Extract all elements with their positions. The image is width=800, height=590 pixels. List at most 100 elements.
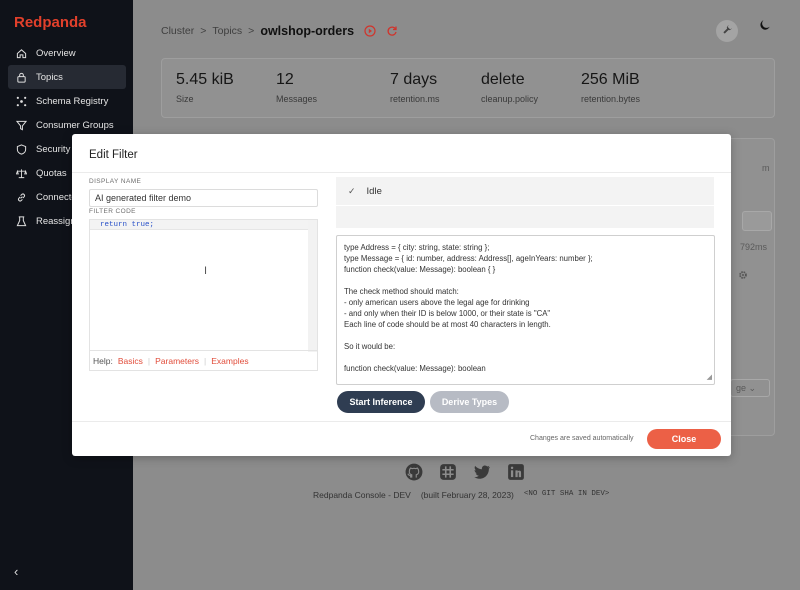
prompt-line — [344, 352, 707, 363]
slack-icon[interactable] — [439, 463, 457, 481]
breadcrumb-topics[interactable]: Topics — [212, 25, 242, 37]
close-button[interactable]: Close — [647, 429, 721, 449]
divider — [72, 172, 731, 173]
footer-build: (built February 28, 2023) — [420, 490, 514, 500]
editor-scrollbar[interactable] — [308, 220, 317, 352]
start-inference-button[interactable]: Start Inference — [337, 391, 425, 413]
prompt-line — [344, 275, 707, 286]
breadcrumb-separator: > — [200, 25, 207, 37]
sidebar-item-label: Overview — [36, 47, 76, 59]
edit-filter-dialog: Edit Filter DISPLAY NAME AI generated fi… — [72, 134, 731, 456]
prompt-line: Each line of code should be at most 40 c… — [344, 320, 551, 329]
breadcrumb-cluster[interactable]: Cluster — [161, 25, 194, 37]
theme-toggle[interactable] — [756, 20, 772, 36]
sidebar-item-topics[interactable]: Topics — [8, 65, 126, 89]
bg-select-text: ge — [736, 383, 747, 393]
play-icon[interactable] — [364, 25, 376, 37]
sidebar-item-label: Schema Registry — [36, 95, 109, 107]
stat-label: Messages — [276, 94, 318, 104]
home-icon — [16, 48, 27, 59]
sidebar-item-label: Consumer Groups — [36, 119, 114, 131]
stat-messages: 12 Messages — [276, 71, 317, 104]
twitter-icon[interactable] — [473, 463, 491, 481]
footer-sha: <NO GIT SHA IN DEV> — [523, 490, 610, 498]
check-icon: ✓ — [348, 185, 356, 196]
prompt-line: - and only when their ID is below 1000, … — [344, 309, 551, 318]
display-name-input[interactable]: AI generated filter demo — [89, 189, 318, 207]
breadcrumb: Cluster > Topics > owlshop-orders — [161, 24, 398, 38]
sidebar-item-overview[interactable]: Overview — [8, 41, 126, 65]
topic-stats-card: 5.45 kiB Size 12 Messages 7 days retention.… — [161, 58, 775, 118]
derive-types-button[interactable]: Derive Types — [430, 391, 509, 413]
filter-icon — [16, 120, 27, 131]
help-link-basics[interactable]: Basics — [118, 356, 143, 366]
stat-retention-ms: 7 days retention.ms — [390, 71, 440, 104]
debug-button[interactable] — [716, 20, 738, 42]
breadcrumb-separator: > — [248, 25, 255, 37]
help-label: Help: — [93, 356, 113, 366]
sidebar-item-label: Topics — [36, 71, 63, 83]
linkedin-icon[interactable] — [507, 463, 525, 481]
bg-input — [742, 211, 772, 231]
stat-label: retention.bytes — [581, 94, 641, 104]
github-icon[interactable] — [405, 463, 423, 481]
sidebar-item-label: Quotas — [36, 167, 67, 179]
bg-fragment: m — [762, 163, 770, 173]
app-logo[interactable]: Redpanda — [14, 14, 87, 31]
status-text: Idle — [366, 185, 382, 197]
divider — [72, 421, 731, 422]
stat-value: 5.45 kiB — [176, 71, 234, 88]
gear-icon[interactable] — [738, 270, 748, 282]
link-icon — [16, 192, 27, 203]
footer-product: Redpanda Console - DEV — [313, 490, 411, 500]
autosave-note: Changes are saved automatically — [530, 435, 634, 442]
stat-value: delete — [481, 71, 525, 88]
prompt-line: So it would be: — [344, 342, 396, 351]
page-title: owlshop-orders — [260, 24, 355, 38]
sidebar-item-schema-registry[interactable]: Schema Registry — [8, 89, 126, 113]
prompt-line: type Message = { id: number, address: Ad… — [344, 254, 593, 263]
separator: | — [147, 356, 151, 366]
prompt-line: function check(value: Message): boolean … — [344, 265, 496, 274]
resize-handle-icon[interactable]: ◢ — [707, 372, 712, 383]
prompt-line: The check method should match: — [344, 287, 459, 296]
inference-output — [336, 206, 714, 228]
schema-icon — [16, 96, 27, 107]
stat-cleanup-policy: delete cleanup.policy — [481, 71, 538, 104]
separator: | — [204, 356, 207, 366]
filter-code-editor[interactable]: return true; I — [89, 219, 318, 371]
lock-icon — [16, 72, 27, 83]
prompt-line: type Address = { city: string, state: st… — [344, 243, 490, 252]
dialog-title: Edit Filter — [89, 149, 138, 161]
prompt-textarea[interactable]: type Address = { city: string, state: st… — [336, 235, 715, 385]
help-link-parameters[interactable]: Parameters — [155, 356, 199, 366]
stat-retention-bytes: 256 MiB retention.bytes — [581, 71, 640, 104]
collapse-sidebar-button[interactable]: ‹ — [14, 564, 18, 579]
bg-time: 792ms — [740, 242, 768, 252]
help-bar: Help: Basics | Parameters | Examples — [89, 350, 318, 371]
beaker-icon — [16, 215, 27, 227]
footer-info: Redpanda Console - DEV (built February 2… — [313, 490, 609, 500]
stat-value: 12 — [276, 71, 294, 88]
stat-size: 5.45 kiB Size — [176, 71, 234, 104]
scale-icon — [16, 168, 27, 179]
display-name-label: DISPLAY NAME — [89, 178, 142, 185]
wrench-icon — [722, 22, 733, 40]
stat-label: cleanup.policy — [481, 94, 539, 104]
sidebar-item-label: Security — [36, 143, 71, 155]
prompt-line — [344, 330, 707, 341]
filter-code-label: FILTER CODE — [89, 208, 136, 215]
stat-label: Size — [176, 94, 194, 104]
stat-label: retention.ms — [390, 94, 440, 104]
help-link-examples[interactable]: Examples — [211, 356, 248, 366]
stat-value: 256 MiB — [581, 71, 640, 88]
stat-value: 7 days — [390, 71, 438, 88]
bg-select: ge ⌄ — [730, 379, 770, 397]
filter-code[interactable]: return true; — [100, 221, 154, 229]
moon-icon — [758, 19, 771, 37]
shield-icon — [16, 143, 27, 155]
refresh-icon[interactable] — [386, 25, 398, 37]
social-links — [405, 463, 525, 481]
inference-status: ✓ Idle — [336, 177, 714, 205]
text-cursor-icon: I — [204, 265, 208, 277]
